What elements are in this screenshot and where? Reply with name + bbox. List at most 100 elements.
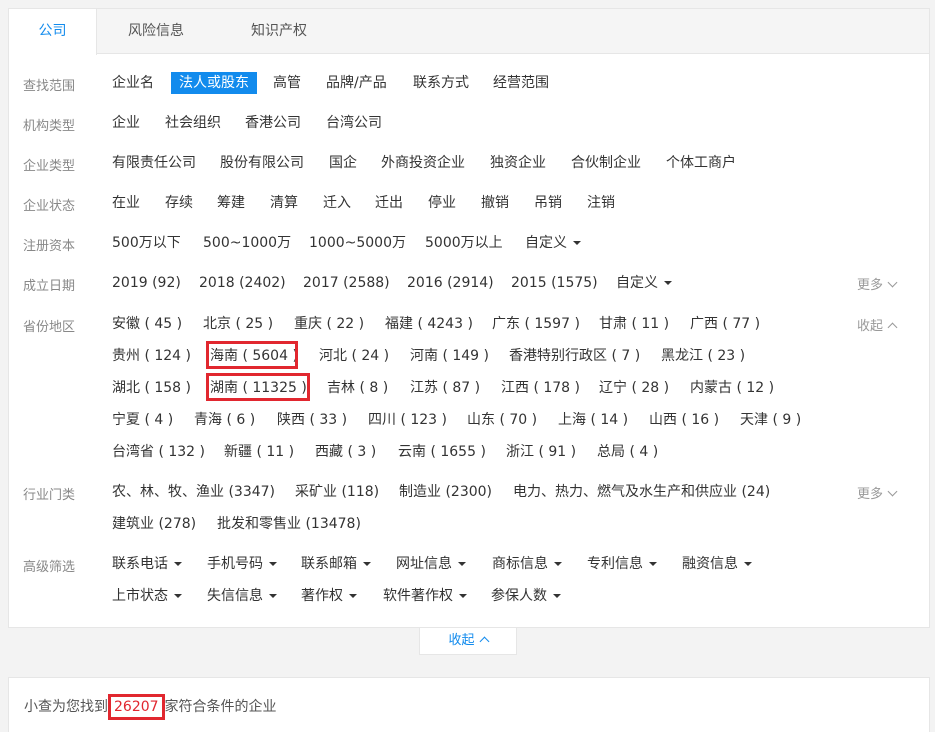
industry-mining[interactable]: 采矿业 (118) [295, 481, 379, 503]
region-qinghai[interactable]: 青海 ( 6 ) [194, 409, 255, 431]
org-option-social-org[interactable]: 社会组织 [165, 112, 221, 134]
adv-dishonest-dropdown[interactable]: 失信信息 [207, 585, 277, 607]
status-option-moved-in[interactable]: 迁入 [323, 192, 351, 214]
filter-label-region: 省份地区 [23, 320, 76, 335]
region-heilongjiang[interactable]: 黑龙江 ( 23 ) [661, 345, 745, 367]
status-option-preparing[interactable]: 筹建 [217, 192, 245, 214]
region-xinjiang[interactable]: 新疆 ( 11 ) [224, 441, 294, 463]
founded-more-label: 更多 [857, 278, 884, 293]
scope-option-company-name[interactable]: 企业名 [112, 72, 154, 94]
filter-label-scope: 查找范围 [23, 79, 76, 94]
region-collapse-button[interactable]: 收起 [857, 316, 898, 338]
type-option-foreign-invested[interactable]: 外商投资企业 [381, 152, 465, 174]
status-option-revoked[interactable]: 撤销 [481, 192, 509, 214]
type-option-individual-business[interactable]: 个体工商户 [666, 152, 736, 174]
region-zhejiang[interactable]: 浙江 ( 91 ) [506, 441, 576, 463]
founded-option-2019[interactable]: 2019 (92) [112, 272, 181, 294]
scope-option-legal-rep-shareholder[interactable]: 法人或股东 [171, 72, 257, 94]
adv-insured-dropdown[interactable]: 参保人数 [491, 585, 561, 607]
type-option-soe[interactable]: 国企 [329, 152, 357, 174]
region-guangdong[interactable]: 广东 ( 1597 ) [492, 313, 580, 335]
capital-custom-dropdown[interactable]: 自定义 [525, 232, 581, 254]
region-shandong[interactable]: 山东 ( 70 ) [467, 409, 537, 431]
region-hebei[interactable]: 河北 ( 24 ) [319, 345, 389, 367]
region-anhui[interactable]: 安徽 ( 45 ) [112, 313, 182, 335]
region-shanxi[interactable]: 山西 ( 16 ) [649, 409, 719, 431]
capital-option-10m-50m[interactable]: 1000~5000万 [309, 232, 406, 254]
region-xizang[interactable]: 西藏 ( 3 ) [315, 441, 376, 463]
org-option-tw-company[interactable]: 台湾公司 [326, 112, 382, 134]
status-option-liquidation[interactable]: 清算 [270, 192, 298, 214]
region-shanghai[interactable]: 上海 ( 14 ) [558, 409, 628, 431]
scope-option-business-scope[interactable]: 经营范围 [493, 72, 549, 94]
region-liaoning[interactable]: 辽宁 ( 28 ) [599, 377, 669, 399]
industry-construction[interactable]: 建筑业 (278) [112, 513, 196, 535]
type-option-sole-proprietor[interactable]: 独资企业 [490, 152, 546, 174]
region-hongkong[interactable]: 香港特别行政区 ( 7 ) [509, 345, 640, 367]
founded-option-2016[interactable]: 2016 (2914) [407, 272, 494, 294]
region-shaanxi[interactable]: 陕西 ( 33 ) [277, 409, 347, 431]
scope-option-brand-product[interactable]: 品牌/产品 [326, 72, 387, 94]
region-ningxia[interactable]: 宁夏 ( 4 ) [112, 409, 173, 431]
region-jiangxi[interactable]: 江西 ( 178 ) [501, 377, 580, 399]
region-chongqing[interactable]: 重庆 ( 22 ) [294, 313, 364, 335]
region-sichuan[interactable]: 四川 ( 123 ) [368, 409, 447, 431]
region-fujian[interactable]: 福建 ( 4243 ) [385, 313, 473, 335]
tab-intellectual-property[interactable]: 知识产权 [229, 9, 329, 54]
founded-option-2015[interactable]: 2015 (1575) [511, 272, 598, 294]
industry-more-button[interactable]: 更多 [857, 484, 898, 506]
type-option-partnership[interactable]: 合伙制企业 [571, 152, 641, 174]
industry-manufacturing[interactable]: 制造业 (2300) [399, 481, 492, 503]
adv-trademark-dropdown[interactable]: 商标信息 [492, 553, 562, 575]
region-tianjin[interactable]: 天津 ( 9 ) [740, 409, 801, 431]
adv-financing-dropdown[interactable]: 融资信息 [682, 553, 752, 575]
scope-option-contact[interactable]: 联系方式 [413, 72, 469, 94]
region-yunnan[interactable]: 云南 ( 1655 ) [398, 441, 486, 463]
founded-custom-dropdown[interactable]: 自定义 [616, 272, 672, 294]
status-option-moved-out[interactable]: 迁出 [375, 192, 403, 214]
collapse-filters-button[interactable]: 收起 [419, 628, 517, 655]
industry-utilities[interactable]: 电力、热力、燃气及水生产和供应业 (24) [513, 481, 770, 503]
region-taiwan[interactable]: 台湾省 ( 132 ) [112, 441, 205, 463]
region-general-bureau[interactable]: 总局 ( 4 ) [597, 441, 658, 463]
scope-option-executive[interactable]: 高管 [273, 72, 301, 94]
region-guizhou[interactable]: 贵州 ( 124 ) [112, 345, 191, 367]
adv-patent-label: 专利信息 [587, 556, 643, 572]
status-option-deregistered[interactable]: 注销 [587, 192, 615, 214]
type-option-llc[interactable]: 有限责任公司 [112, 152, 196, 174]
status-option-suspended[interactable]: 停业 [428, 192, 456, 214]
region-henan[interactable]: 河南 ( 149 ) [410, 345, 489, 367]
tab-risk-info[interactable]: 风险信息 [107, 9, 205, 54]
region-gansu[interactable]: 甘肃 ( 11 ) [599, 313, 669, 335]
adv-website-dropdown[interactable]: 网址信息 [396, 553, 466, 575]
founded-option-2017[interactable]: 2017 (2588) [303, 272, 390, 294]
founded-option-2018[interactable]: 2018 (2402) [199, 272, 286, 294]
region-jilin[interactable]: 吉林 ( 8 ) [327, 377, 388, 399]
tab-company[interactable]: 公司 [9, 9, 97, 55]
capital-option-over-50m[interactable]: 5000万以上 [425, 232, 503, 254]
adv-copyright-dropdown[interactable]: 著作权 [301, 585, 357, 607]
region-neimenggu[interactable]: 内蒙古 ( 12 ) [690, 377, 774, 399]
region-guangxi[interactable]: 广西 ( 77 ) [690, 313, 760, 335]
capital-option-5m-10m[interactable]: 500~1000万 [203, 232, 291, 254]
region-beijing[interactable]: 北京 ( 25 ) [203, 313, 273, 335]
status-option-existing[interactable]: 存续 [165, 192, 193, 214]
adv-mobile-dropdown[interactable]: 手机号码 [207, 553, 277, 575]
adv-copyright-label: 著作权 [301, 588, 343, 604]
industry-wholesale-retail[interactable]: 批发和零售业 (13478) [217, 513, 361, 535]
status-option-active[interactable]: 在业 [112, 192, 140, 214]
adv-phone-dropdown[interactable]: 联系电话 [112, 553, 182, 575]
adv-software-copyright-dropdown[interactable]: 软件著作权 [383, 585, 467, 607]
org-option-hk-company[interactable]: 香港公司 [245, 112, 301, 134]
region-jiangsu[interactable]: 江苏 ( 87 ) [410, 377, 480, 399]
region-hubei[interactable]: 湖北 ( 158 ) [112, 377, 191, 399]
status-option-license-revoked[interactable]: 吊销 [534, 192, 562, 214]
capital-option-under-5m[interactable]: 500万以下 [112, 232, 181, 254]
org-option-company[interactable]: 企业 [112, 112, 140, 134]
founded-more-button[interactable]: 更多 [857, 275, 898, 297]
adv-patent-dropdown[interactable]: 专利信息 [587, 553, 657, 575]
industry-agriculture[interactable]: 农、林、牧、渔业 (3347) [112, 481, 275, 503]
adv-listing-dropdown[interactable]: 上市状态 [112, 585, 182, 607]
type-option-joint-stock[interactable]: 股份有限公司 [220, 152, 304, 174]
adv-email-dropdown[interactable]: 联系邮箱 [301, 553, 371, 575]
